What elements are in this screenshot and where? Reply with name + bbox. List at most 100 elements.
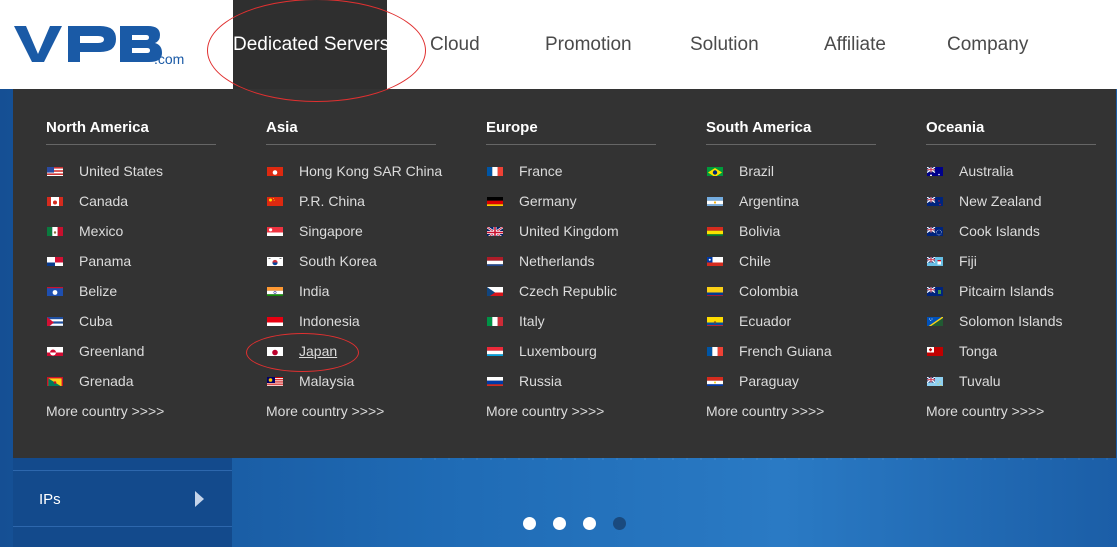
logo-suffix: .com [154, 51, 184, 67]
flag-ecuador-icon [707, 315, 723, 326]
country-label: Czech Republic [519, 283, 618, 299]
country-link-japan[interactable]: Japan [266, 341, 466, 361]
country-link-netherlands[interactable]: Netherlands [486, 251, 686, 271]
more-country-link[interactable]: More country >>>> [926, 401, 1044, 421]
flag-canada-icon [47, 195, 63, 206]
country-link-united-states[interactable]: United States [46, 161, 246, 181]
more-country-link[interactable]: More country >>>> [46, 401, 164, 421]
country-link-hong-kong-sar-china[interactable]: Hong Kong SAR China [266, 161, 466, 181]
region-divider [46, 144, 216, 145]
country-link-french-guiana[interactable]: French Guiana [706, 341, 906, 361]
region-title[interactable]: Oceania [926, 119, 984, 136]
country-link-russia[interactable]: Russia [486, 371, 686, 391]
country-label: Chile [739, 253, 771, 269]
country-label: Belize [79, 283, 118, 299]
country-link-pitcairn-islands[interactable]: Pitcairn Islands [926, 281, 1117, 301]
country-label: Tonga [959, 343, 998, 359]
country-label: Luxembourg [519, 343, 597, 359]
country-link-indonesia[interactable]: Indonesia [266, 311, 466, 331]
flag-south-korea-icon [267, 255, 283, 266]
side-menu-divider [13, 470, 232, 471]
carousel-dot-1[interactable] [523, 517, 536, 530]
carousel-dot-3[interactable] [583, 517, 596, 530]
country-link-mexico[interactable]: Mexico [46, 221, 246, 241]
region-title[interactable]: Asia [266, 119, 298, 136]
flag-netherlands-icon [487, 255, 503, 266]
country-link-united-kingdom[interactable]: United Kingdom [486, 221, 686, 241]
country-label: Grenada [79, 373, 134, 389]
carousel-dot-2[interactable] [553, 517, 566, 530]
flag-bolivia-icon [707, 225, 723, 236]
country-link-tuvalu[interactable]: Tuvalu [926, 371, 1117, 391]
country-link-panama[interactable]: Panama [46, 251, 246, 271]
country-link-new-zealand[interactable]: New Zealand [926, 191, 1117, 211]
nav-solution[interactable]: Solution [690, 0, 759, 89]
country-link-south-korea[interactable]: South Korea [266, 251, 466, 271]
region-column-south-america: South America Brazil Argentina Bolivia Chile… [706, 89, 887, 458]
country-link-germany[interactable]: Germany [486, 191, 686, 211]
flag-tuvalu-icon [927, 375, 943, 386]
more-country-link[interactable]: More country >>>> [266, 401, 384, 421]
country-label: France [519, 163, 563, 179]
country-label: Malaysia [299, 373, 355, 389]
flag-greenland-icon [47, 345, 63, 356]
flag-united-kingdom-icon [487, 225, 503, 236]
country-link-belize[interactable]: Belize [46, 281, 246, 301]
more-country-link[interactable]: More country >>>> [486, 401, 604, 421]
country-link-italy[interactable]: Italy [486, 311, 686, 331]
country-link-brazil[interactable]: Brazil [706, 161, 906, 181]
flag-india-icon [267, 285, 283, 296]
country-link-australia[interactable]: Australia [926, 161, 1117, 181]
country-link-colombia[interactable]: Colombia [706, 281, 906, 301]
country-link-bolivia[interactable]: Bolivia [706, 221, 906, 241]
nav-company[interactable]: Company [947, 0, 1028, 89]
flag-argentina-icon [707, 195, 723, 206]
country-link-malaysia[interactable]: Malaysia [266, 371, 466, 391]
country-link-cook-islands[interactable]: Cook Islands [926, 221, 1117, 241]
flag-czech-republic-icon [487, 285, 503, 296]
country-link-grenada[interactable]: Grenada [46, 371, 246, 391]
region-title[interactable]: North America [46, 119, 149, 136]
flag-singapore-icon [267, 225, 283, 236]
country-link-solomon-islands[interactable]: Solomon Islands [926, 311, 1117, 331]
country-label: United Kingdom [519, 223, 619, 239]
country-link-luxembourg[interactable]: Luxembourg [486, 341, 686, 361]
country-link-cuba[interactable]: Cuba [46, 311, 246, 331]
region-column-europe: Europe France Germany United Kingdom Netherl… [486, 89, 667, 458]
carousel-dot-4[interactable] [613, 517, 626, 530]
country-label: Fiji [959, 253, 977, 269]
country-link-greenland[interactable]: Greenland [46, 341, 246, 361]
more-country-link[interactable]: More country >>>> [706, 401, 824, 421]
flag-fiji-icon [927, 255, 943, 266]
nav-affiliate[interactable]: Affiliate [824, 0, 886, 89]
side-menu-item-ips[interactable]: IPs [13, 472, 232, 526]
country-label: South Korea [299, 253, 377, 269]
region-divider [926, 144, 1096, 145]
country-link-france[interactable]: France [486, 161, 686, 181]
country-link-chile[interactable]: Chile [706, 251, 906, 271]
region-divider [706, 144, 876, 145]
nav-dedicated-servers[interactable]: Dedicated Servers [233, 0, 389, 89]
country-link-singapore[interactable]: Singapore [266, 221, 466, 241]
country-link-argentina[interactable]: Argentina [706, 191, 906, 211]
country-label: Bolivia [739, 223, 781, 239]
country-link-ecuador[interactable]: Ecuador [706, 311, 906, 331]
region-title[interactable]: South America [706, 119, 811, 136]
country-link-p-r-china[interactable]: P.R. China [266, 191, 466, 211]
nav-promotion[interactable]: Promotion [545, 0, 632, 89]
country-label: Netherlands [519, 253, 595, 269]
country-link-paraguay[interactable]: Paraguay [706, 371, 906, 391]
vpb-logo[interactable]: .com [12, 22, 194, 68]
flag-luxembourg-icon [487, 345, 503, 356]
country-link-india[interactable]: India [266, 281, 466, 301]
nav-cloud[interactable]: Cloud [430, 0, 480, 89]
region-column-asia: Asia Hong Kong SAR China P.R. China Singapo… [266, 89, 447, 458]
flag-colombia-icon [707, 285, 723, 296]
country-link-tonga[interactable]: Tonga [926, 341, 1117, 361]
country-link-canada[interactable]: Canada [46, 191, 246, 211]
country-label: Cook Islands [959, 223, 1040, 239]
country-link-czech-republic[interactable]: Czech Republic [486, 281, 686, 301]
flag-panama-icon [47, 255, 63, 266]
region-title[interactable]: Europe [486, 119, 538, 136]
country-link-fiji[interactable]: Fiji [926, 251, 1117, 271]
